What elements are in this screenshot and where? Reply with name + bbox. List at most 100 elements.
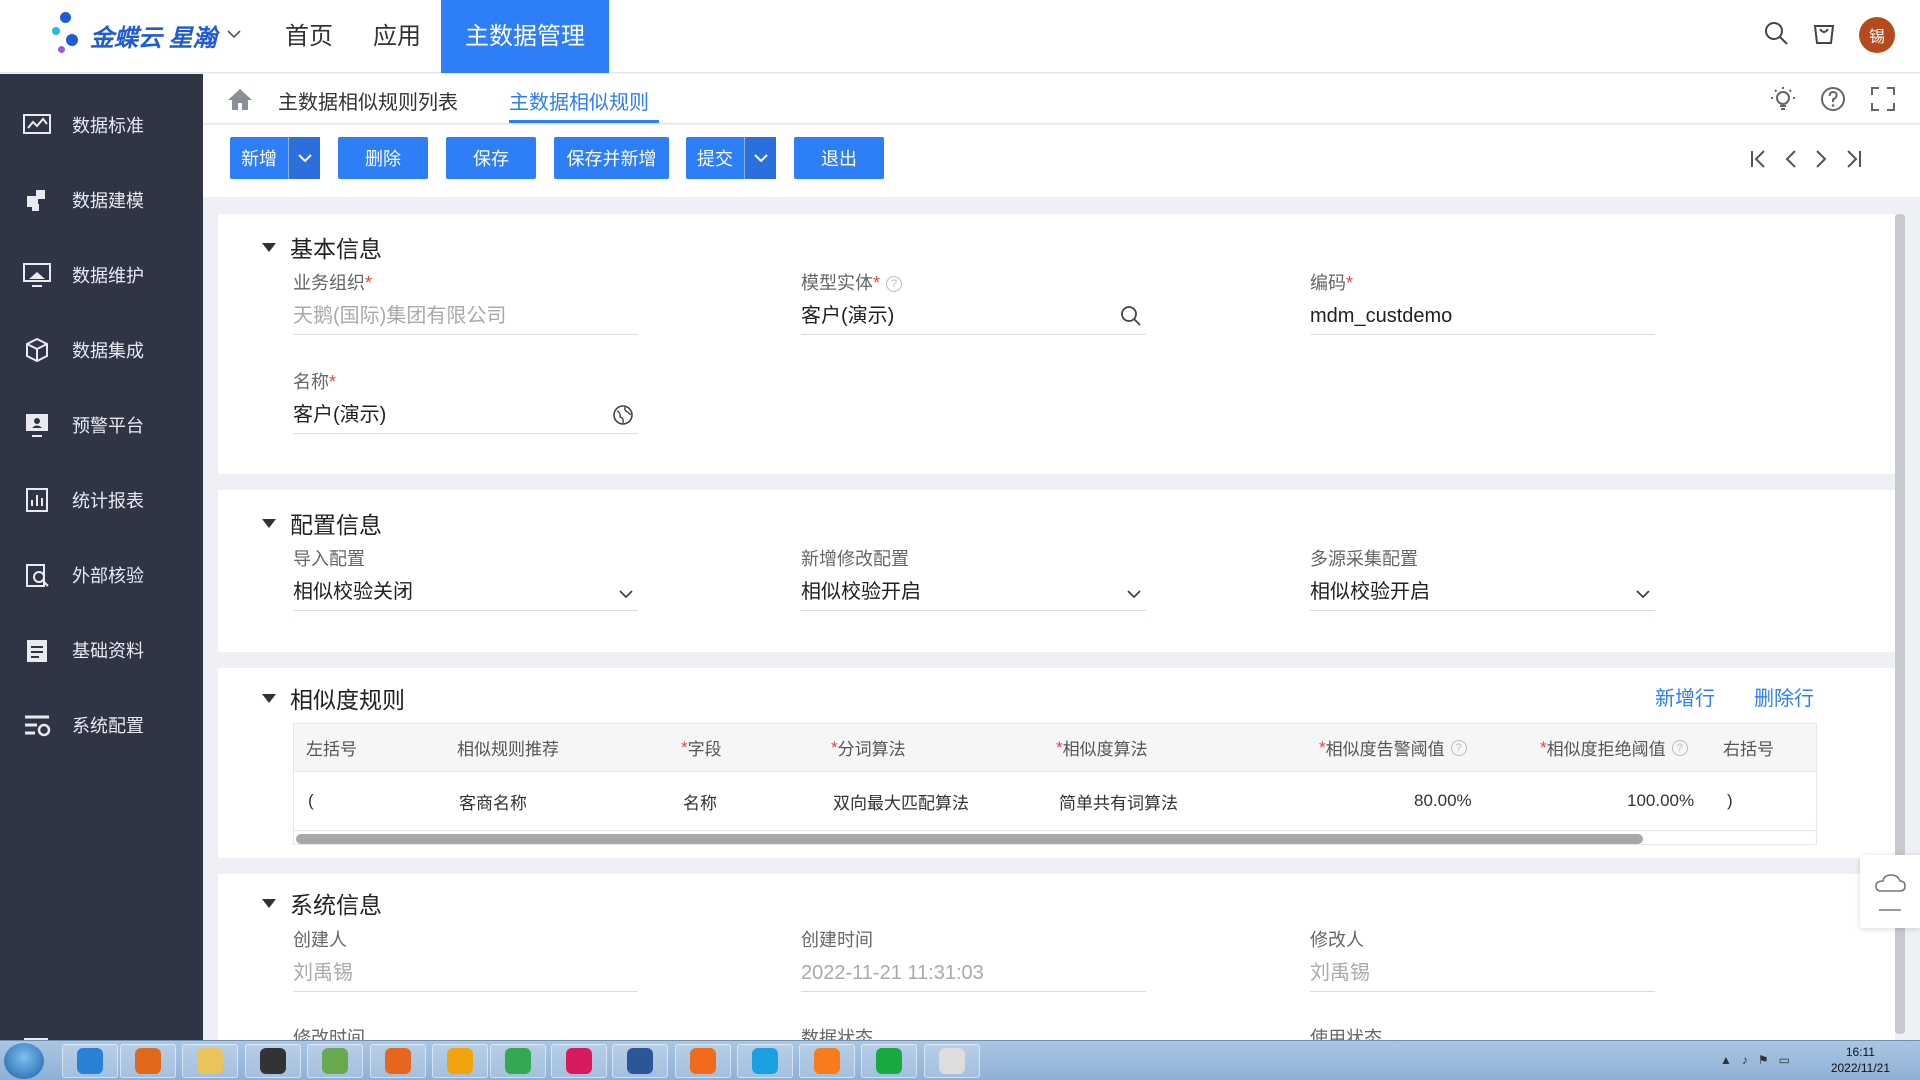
name-field[interactable]: 名称* 客户(演示) — [293, 368, 638, 434]
taskbar-app[interactable] — [861, 1044, 917, 1078]
home-icon[interactable] — [227, 87, 253, 116]
sidebar-item-system-config[interactable]: 系统配置 — [0, 695, 203, 755]
help-icon[interactable] — [1820, 86, 1846, 117]
windows-start-icon[interactable] — [4, 1043, 44, 1079]
table-cell[interactable]: ( — [308, 772, 314, 830]
avatar[interactable]: 锡 — [1859, 17, 1895, 53]
scrollbar-thumb[interactable] — [296, 834, 1643, 844]
first-record-icon[interactable] — [1750, 149, 1768, 174]
cloud-sync-button[interactable] — [1860, 855, 1920, 928]
sidebar-item-external-verify[interactable]: 外部核验 — [0, 545, 203, 605]
last-record-icon[interactable] — [1844, 149, 1862, 174]
table-cell[interactable]: 100.00% — [1627, 772, 1694, 830]
help-icon[interactable]: ? — [1450, 739, 1467, 756]
modify-config-field[interactable]: 新增修改配置 相似校验开启 — [801, 545, 1146, 611]
field-label: 名称 — [293, 372, 329, 392]
add-row-link[interactable]: 新增行 — [1655, 682, 1715, 711]
taskbar-app[interactable] — [675, 1044, 731, 1078]
nav-master-data[interactable]: 主数据管理 — [441, 0, 609, 73]
sidebar-item-alert-platform[interactable]: 预警平台 — [0, 395, 203, 455]
submit-button[interactable]: 提交 — [686, 137, 776, 179]
volume-icon[interactable]: ♪ — [1742, 1053, 1748, 1067]
taskbar-app[interactable] — [924, 1044, 980, 1078]
fullscreen-icon[interactable] — [1870, 86, 1896, 117]
cart-icon[interactable] — [1811, 20, 1837, 51]
model-entity-field[interactable]: 模型实体*? 客户(演示) — [801, 269, 1146, 335]
lightbulb-icon[interactable] — [1770, 86, 1796, 117]
system-info-header[interactable]: 系统信息 — [262, 886, 382, 920]
model-entity-input[interactable]: 客户(演示) — [801, 301, 1146, 335]
clock[interactable]: 16:11 2022/11/21 — [1831, 1044, 1890, 1076]
table-cell[interactable]: ) — [1727, 772, 1733, 830]
code-input[interactable]: mdm_custdemo — [1310, 301, 1655, 335]
config-header[interactable]: 配置信息 — [262, 506, 382, 540]
table-cell[interactable]: 名称 — [683, 772, 717, 830]
basic-info-header[interactable]: 基本信息 — [262, 230, 382, 264]
taskbar-app[interactable] — [612, 1044, 668, 1078]
help-icon[interactable]: ? — [1671, 739, 1688, 756]
prev-record-icon[interactable] — [1784, 149, 1798, 174]
top-nav: 首页 应用 主数据管理 — [265, 0, 609, 73]
taskbar-app[interactable] — [62, 1044, 118, 1078]
table-cell[interactable]: 客商名称 — [459, 772, 527, 830]
sidebar-item-basic-data[interactable]: 基础资料 — [0, 620, 203, 680]
sidebar-item-statistics-report[interactable]: 统计报表 — [0, 470, 203, 530]
breadcrumb-similar-rule[interactable]: 主数据相似规则 — [509, 86, 649, 115]
search-icon[interactable] — [1763, 20, 1789, 51]
table-horizontal-scrollbar[interactable] — [294, 830, 1816, 844]
taskbar-app[interactable] — [307, 1044, 363, 1078]
table-cell[interactable]: 简单共有词算法 — [1059, 772, 1178, 830]
exit-button[interactable]: 退出 — [794, 137, 884, 179]
brand-switcher[interactable]: 金蝶云 星瀚 — [50, 12, 241, 58]
notepad-icon — [322, 1048, 348, 1074]
import-config-select[interactable]: 相似校验关闭 — [293, 577, 638, 611]
network-icon[interactable]: ⚑ — [1758, 1053, 1769, 1067]
table-row[interactable]: ( 客商名称 名称 双向最大匹配算法 简单共有词算法 80.00% 100.00… — [294, 772, 1816, 830]
section-title: 基本信息 — [290, 236, 382, 262]
modify-config-select[interactable]: 相似校验开启 — [801, 577, 1146, 611]
next-record-icon[interactable] — [1814, 149, 1828, 174]
table-cell[interactable]: 80.00% — [1414, 772, 1472, 830]
help-icon[interactable]: ? — [886, 276, 903, 293]
taskbar-app[interactable] — [490, 1044, 546, 1078]
nav-apps[interactable]: 应用 — [353, 0, 441, 73]
field-label: 导入配置 — [293, 549, 365, 569]
breadcrumb-similar-rule-list[interactable]: 主数据相似规则列表 — [278, 86, 458, 115]
creator-value: 刘禹锡 — [293, 958, 638, 992]
delete-button[interactable]: 删除 — [338, 137, 428, 179]
taskbar-app[interactable] — [799, 1044, 855, 1078]
taskbar-app[interactable] — [370, 1044, 426, 1078]
nav-home[interactable]: 首页 — [265, 0, 353, 73]
globe-icon[interactable] — [612, 404, 634, 435]
table-cell[interactable]: 双向最大匹配算法 — [833, 772, 969, 830]
code-field[interactable]: 编码* mdm_custdemo — [1310, 269, 1655, 335]
sidebar-item-data-modeling[interactable]: 数据建模 — [0, 170, 203, 230]
multi-source-config-select[interactable]: 相似校验开启 — [1310, 577, 1655, 611]
taskbar-app[interactable] — [737, 1044, 793, 1078]
save-button[interactable]: 保存 — [446, 137, 536, 179]
import-config-field[interactable]: 导入配置 相似校验关闭 — [293, 545, 638, 611]
tray-expand-icon[interactable]: ▲ — [1720, 1053, 1732, 1067]
similarity-rules-header[interactable]: 相似度规则 — [262, 681, 405, 715]
taskbar-app[interactable] — [551, 1044, 607, 1078]
taskbar-app[interactable] — [245, 1044, 301, 1078]
chevron-down-icon[interactable] — [288, 137, 320, 179]
taskbar-app[interactable] — [432, 1044, 488, 1078]
sidebar: 数据标准 数据建模 数据维护 数据集成 预警平台 统计报表 外部核验 基础资料 … — [0, 74, 203, 1046]
save-and-new-button[interactable]: 保存并新增 — [554, 137, 669, 179]
sidebar-item-data-standard[interactable]: 数据标准 — [0, 95, 203, 155]
section-title: 系统信息 — [290, 892, 382, 918]
delete-row-link[interactable]: 删除行 — [1754, 682, 1814, 711]
multi-source-config-field[interactable]: 多源采集配置 相似校验开启 — [1310, 545, 1655, 611]
monitor-icon — [22, 260, 52, 290]
clock-time: 16:11 — [1845, 1045, 1875, 1059]
sidebar-item-data-maintenance[interactable]: 数据维护 — [0, 245, 203, 305]
name-input[interactable]: 客户(演示) — [293, 400, 638, 434]
chevron-down-icon[interactable] — [744, 137, 776, 179]
new-button[interactable]: 新增 — [230, 137, 320, 179]
taskbar-app[interactable] — [120, 1044, 176, 1078]
taskbar-app[interactable] — [182, 1044, 238, 1078]
display-icon[interactable]: ▭ — [1779, 1053, 1790, 1067]
search-icon[interactable] — [1120, 305, 1142, 336]
sidebar-item-data-integration[interactable]: 数据集成 — [0, 320, 203, 380]
